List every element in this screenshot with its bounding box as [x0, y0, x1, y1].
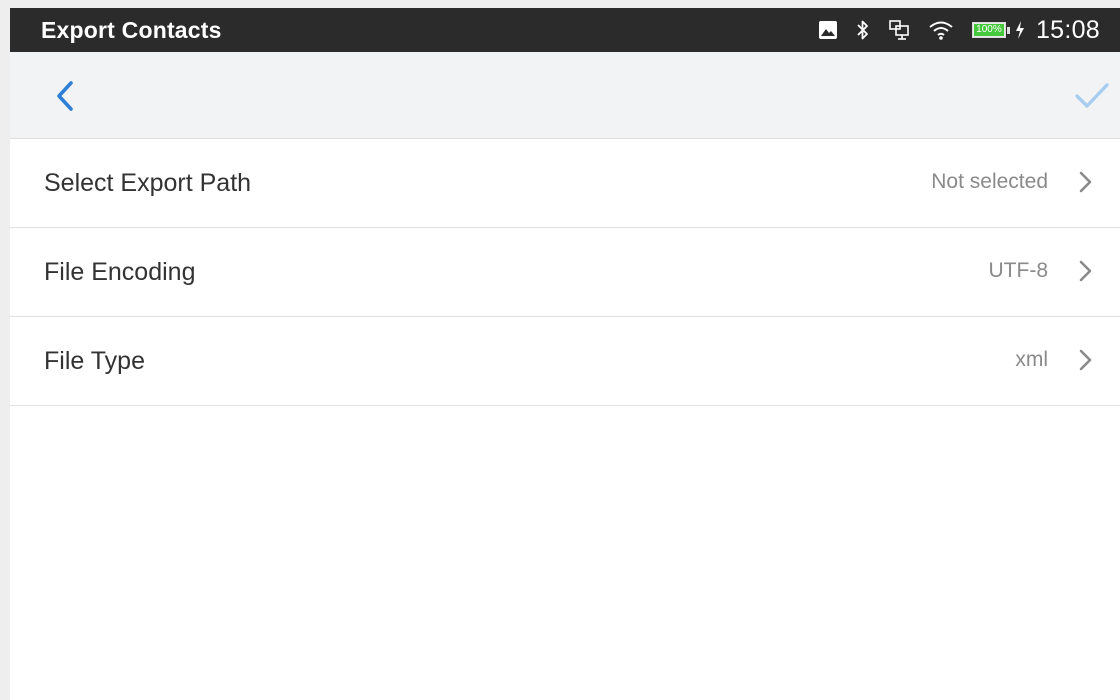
chevron-right-icon — [1079, 349, 1092, 371]
confirm-button[interactable] — [1072, 76, 1112, 116]
screen: Export Contacts 100% 15:08 Select Export… — [10, 8, 1120, 700]
setting-export-path[interactable]: Select Export Path Not selected — [10, 139, 1120, 228]
setting-value: Not selected — [931, 170, 1048, 193]
setting-value: UTF-8 — [988, 259, 1049, 282]
checkmark-icon — [1075, 83, 1109, 108]
back-button[interactable] — [44, 76, 84, 116]
battery-icon: 100% — [971, 21, 1012, 39]
action-bar — [10, 52, 1120, 139]
setting-label: File Type — [44, 347, 145, 375]
setting-value: xml — [1015, 348, 1048, 371]
settings-list: Select Export Path Not selected File Enc… — [10, 139, 1120, 406]
wifi-icon — [928, 19, 954, 41]
chevron-right-icon — [1079, 171, 1092, 193]
chevron-left-icon — [57, 81, 73, 111]
chevron-right-icon — [1079, 260, 1092, 282]
status-bar: Export Contacts 100% 15:08 — [10, 8, 1120, 52]
setting-file-encoding[interactable]: File Encoding UTF-8 — [10, 228, 1120, 317]
setting-label: File Encoding — [44, 258, 196, 286]
charging-icon — [1014, 20, 1026, 40]
app-title: Export Contacts — [41, 17, 222, 43]
battery-cap — [1006, 26, 1010, 34]
battery-percent: 100% — [976, 24, 1002, 35]
network-icon — [888, 19, 910, 41]
setting-file-type[interactable]: File Type xml — [10, 317, 1120, 406]
setting-label: Select Export Path — [44, 169, 252, 197]
image-icon — [818, 20, 838, 40]
clock: 15:08 — [1035, 15, 1100, 44]
bluetooth-icon — [856, 18, 870, 42]
battery-body: 100% — [971, 22, 1006, 38]
status-icons: 100% 15:08 — [818, 8, 1100, 52]
